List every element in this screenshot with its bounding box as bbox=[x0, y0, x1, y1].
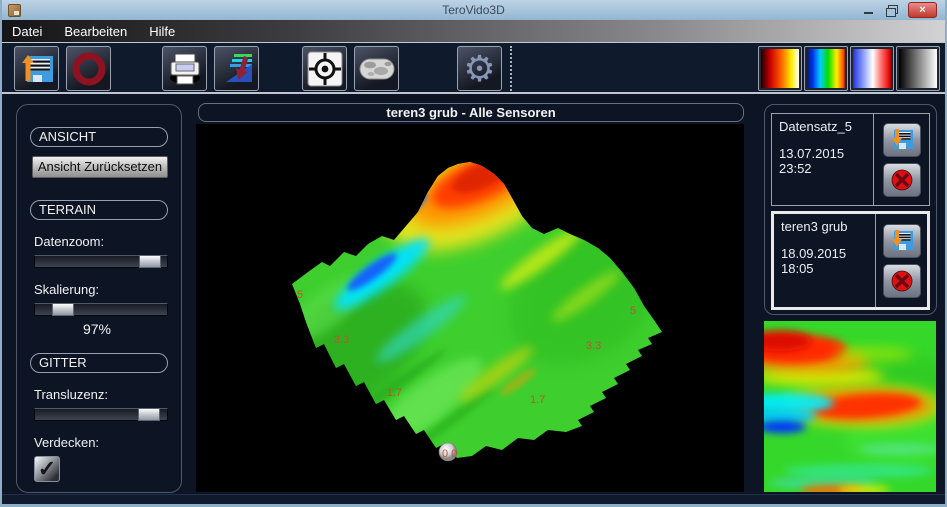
heatmap-preview[interactable] bbox=[764, 321, 936, 492]
group-header-ansicht: ANSICHT bbox=[30, 127, 168, 147]
terrain-surface bbox=[239, 124, 696, 474]
window-bottom-edge bbox=[2, 494, 945, 504]
print-button[interactable] bbox=[162, 46, 207, 91]
terrain-3d-plot: 5 3.3 1.7 5 3.3 1.7 0 0 bbox=[196, 124, 744, 492]
colormap-bluered-swatch bbox=[853, 49, 891, 88]
menu-bar: Datei Bearbeiten Hilfe bbox=[2, 20, 945, 42]
view-title-bar: teren3 grub - Alle Sensoren bbox=[198, 103, 744, 122]
axis-right-17: 1.7 bbox=[530, 394, 545, 406]
axis-right-33: 3.3 bbox=[586, 340, 601, 352]
window-title: TeroVido3D bbox=[2, 3, 945, 17]
colormap-gray-button[interactable] bbox=[896, 46, 940, 91]
colormap-gray-swatch bbox=[899, 49, 937, 88]
transluzenz-slider[interactable] bbox=[34, 408, 168, 421]
titlebar: TeroVido3D × bbox=[2, 0, 945, 20]
colormap-rainbow-button[interactable] bbox=[804, 46, 848, 91]
gear-icon: ⚙ bbox=[463, 51, 495, 87]
axis-left-33: 3.3 bbox=[334, 334, 349, 346]
skalierung-slider[interactable] bbox=[34, 303, 168, 316]
world-map-icon bbox=[357, 49, 397, 89]
load-data-button[interactable] bbox=[14, 46, 59, 91]
restore-button[interactable] bbox=[885, 3, 898, 17]
control-sidebar: ANSICHT Ansicht Zurücksetzen TERRAIN Dat… bbox=[16, 104, 182, 493]
colormap-heat-button[interactable] bbox=[758, 46, 802, 91]
record-ring-icon bbox=[71, 51, 107, 87]
heatmap-image bbox=[764, 321, 936, 492]
export-button[interactable] bbox=[214, 46, 259, 91]
skalierung-slider-handle[interactable] bbox=[52, 303, 74, 316]
delete-icon bbox=[889, 168, 915, 192]
minimize-button[interactable] bbox=[863, 3, 875, 17]
verdecken-checkbox[interactable]: ✓ bbox=[34, 456, 60, 482]
axis-right-5: 5 bbox=[630, 305, 636, 317]
datenzoom-slider-handle[interactable] bbox=[139, 255, 161, 268]
toolbar: ⚙ bbox=[2, 42, 945, 94]
transluzenz-slider-handle[interactable] bbox=[138, 408, 160, 421]
dataset-card-2[interactable]: teren3 grub 18.09.2015 18:05 bbox=[771, 211, 930, 310]
dataset-save-button[interactable] bbox=[883, 224, 921, 258]
dataset-panel: Datensatz_5 13.07.2015 23:52 bbox=[764, 104, 937, 315]
reset-view-button[interactable]: Ansicht Zurücksetzen bbox=[32, 156, 168, 178]
origin-label: 0 0 bbox=[442, 448, 457, 460]
skalierung-label: Skalierung: bbox=[34, 282, 168, 297]
load-floppy-icon bbox=[19, 51, 55, 87]
menu-datei[interactable]: Datei bbox=[12, 24, 42, 39]
terrain-3d-viewport[interactable]: 5 3.3 1.7 5 3.3 1.7 0 0 bbox=[196, 124, 744, 492]
menu-hilfe[interactable]: Hilfe bbox=[149, 24, 175, 39]
save-floppy-icon bbox=[889, 128, 915, 152]
dataset-card-1[interactable]: Datensatz_5 13.07.2015 23:52 bbox=[771, 113, 930, 206]
view-title: teren3 grub - Alle Sensoren bbox=[386, 105, 555, 120]
axis-left-5: 5 bbox=[297, 289, 303, 301]
dataset-time: 23:52 bbox=[779, 161, 871, 176]
datenzoom-slider[interactable] bbox=[34, 255, 168, 268]
dataset-time: 18:05 bbox=[781, 261, 873, 276]
group-header-gitter: GITTER bbox=[30, 353, 168, 373]
datenzoom-label: Datenzoom: bbox=[34, 234, 168, 249]
menu-bearbeiten[interactable]: Bearbeiten bbox=[64, 24, 127, 39]
dataset-delete-button[interactable] bbox=[883, 264, 921, 298]
colormap-bluered-button[interactable] bbox=[850, 46, 894, 91]
axis-left-17: 1.7 bbox=[387, 387, 402, 399]
group-header-terrain: TERRAIN bbox=[30, 200, 168, 220]
toolbar-separator bbox=[510, 46, 512, 91]
app-window: TeroVido3D × Datei Bearbeiten Hilfe bbox=[0, 0, 947, 507]
target-position-button[interactable] bbox=[302, 46, 347, 91]
dataset-save-button[interactable] bbox=[883, 123, 921, 157]
save-floppy-icon bbox=[889, 229, 915, 253]
dataset-date: 18.09.2015 bbox=[781, 246, 873, 261]
world-map-button[interactable] bbox=[354, 46, 399, 91]
dataset-name: Datensatz_5 bbox=[779, 119, 871, 134]
record-button[interactable] bbox=[66, 46, 111, 91]
dataset-name: teren3 grub bbox=[781, 219, 873, 234]
skalierung-value: 97% bbox=[30, 321, 164, 337]
transluzenz-label: Transluzenz: bbox=[34, 387, 168, 402]
verdecken-label: Verdecken: bbox=[34, 435, 168, 450]
export-layers-icon bbox=[218, 50, 256, 88]
close-button[interactable]: × bbox=[908, 2, 937, 18]
colormap-rainbow-swatch bbox=[807, 49, 845, 88]
crosshair-icon bbox=[306, 50, 344, 88]
dataset-delete-button[interactable] bbox=[883, 163, 921, 197]
dataset-date: 13.07.2015 bbox=[779, 146, 871, 161]
printer-icon bbox=[166, 50, 204, 88]
check-icon: ✓ bbox=[38, 456, 56, 481]
delete-icon bbox=[889, 269, 915, 293]
colormap-heat-swatch bbox=[761, 49, 799, 88]
settings-button[interactable]: ⚙ bbox=[457, 46, 502, 91]
